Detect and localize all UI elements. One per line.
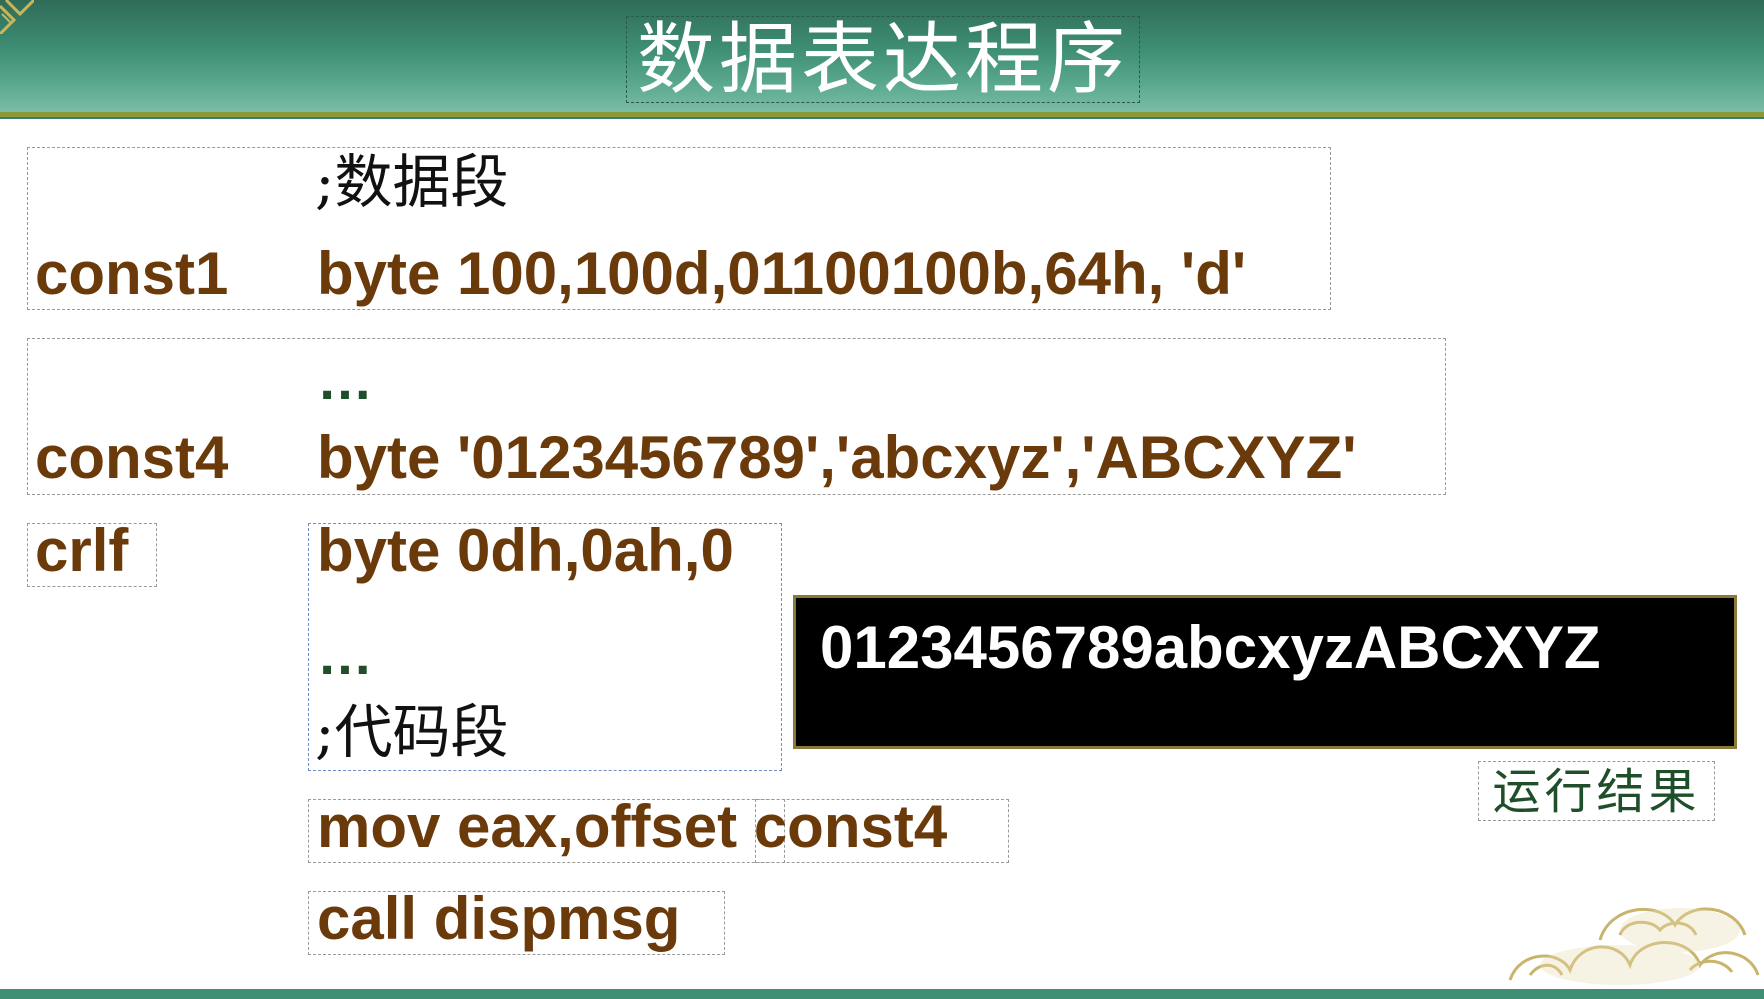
page-title: 数据表达程序 bbox=[636, 15, 1129, 105]
result-label: 运行结果 bbox=[1492, 764, 1701, 820]
bottom-bar bbox=[0, 989, 1764, 999]
const1-definition: byte 100,100d,01100100b,64h, 'd' bbox=[317, 240, 1247, 307]
mov-instruction: mov eax,offset const4 bbox=[317, 793, 948, 860]
code-segment-comment: ;代码段 bbox=[315, 698, 509, 766]
console-output-panel: 0123456789abcxyzABCXYZ bbox=[793, 595, 1737, 749]
cloud-ornament-icon bbox=[1508, 907, 1760, 985]
result-label-box: 运行结果 bbox=[1478, 761, 1715, 821]
ellipsis-2: … bbox=[317, 623, 373, 686]
data-segment-comment: ;数据段 bbox=[315, 148, 509, 216]
ellipsis-1: … bbox=[317, 348, 373, 411]
crlf-definition: byte 0dh,0ah,0 bbox=[317, 517, 734, 584]
crlf-label: crlf bbox=[35, 517, 129, 584]
const4-label: const4 bbox=[35, 424, 229, 491]
console-output-text: 0123456789abcxyzABCXYZ bbox=[820, 614, 1601, 681]
const1-label: const1 bbox=[35, 240, 229, 307]
corner-ornament-icon bbox=[0, 0, 34, 34]
title-box: 数据表达程序 bbox=[626, 15, 1140, 105]
call-instruction: call dispmsg bbox=[317, 885, 681, 952]
title-bar-green-line bbox=[0, 117, 1764, 119]
const4-definition: byte '0123456789','abcxyz','ABCXYZ' bbox=[317, 424, 1357, 491]
